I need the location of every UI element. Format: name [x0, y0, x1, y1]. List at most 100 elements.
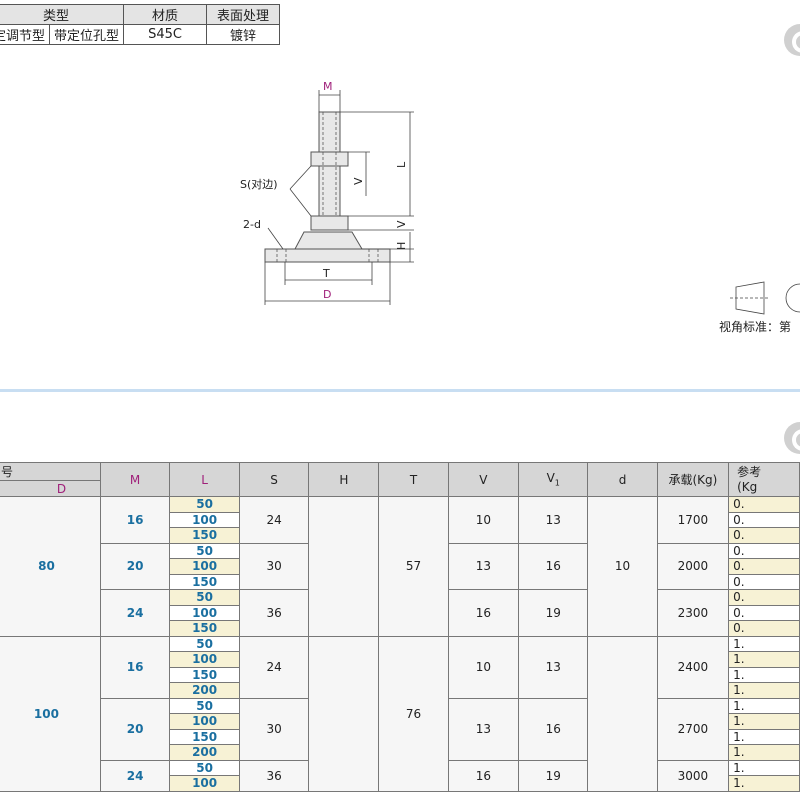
type-info-table: 类型 材质 表面处理 定调节型 带定位孔型 S45C 镀锌 — [0, 4, 281, 45]
dim-m-label: M — [323, 80, 333, 93]
cell-s: 36 — [238, 759, 310, 792]
cell-v1: 16 — [518, 697, 589, 761]
cell-ref: 0. — [728, 496, 800, 513]
cell-ref: 0. — [728, 604, 800, 621]
cell-m: 24 — [99, 759, 171, 792]
cell-l: 150 — [169, 728, 240, 745]
table-row: 80 16 50 24 57 10 13 10 1700 0. — [0, 496, 800, 637]
cell-t: 57 — [378, 496, 449, 637]
dim-l-label: L — [395, 161, 408, 168]
cell-l: 150 — [169, 527, 240, 544]
cell-ref: 0. — [728, 558, 800, 575]
cell-d: 100 — [0, 635, 101, 792]
cell-load: 2400 — [656, 635, 730, 699]
cell-l: 100 — [169, 713, 240, 730]
cell-v: 13 — [447, 542, 520, 590]
cell-ref: 1. — [728, 635, 800, 652]
cell-ref: 1. — [728, 697, 800, 714]
cell-ref: 0. — [728, 589, 800, 606]
cell-d: 80 — [0, 496, 101, 637]
cell-load: 2700 — [656, 697, 730, 761]
cell-l: 50 — [169, 635, 240, 652]
header-d: D — [0, 480, 101, 497]
section-divider — [0, 389, 800, 392]
cell-load: 3000 — [656, 759, 730, 792]
cell-d-hole — [587, 635, 658, 792]
cell-l: 100 — [169, 604, 240, 621]
dim-v1-label: V — [352, 177, 365, 185]
cell-l: 100 — [169, 775, 240, 792]
collapse-toggle-icon[interactable] — [784, 24, 800, 56]
cell-v1: 19 — [518, 589, 589, 637]
cell-l: 50 — [169, 589, 240, 606]
cell-t: 76 — [378, 635, 449, 792]
cell-ref: 0. — [728, 527, 800, 544]
cell-l: 150 — [169, 573, 240, 590]
header-l: L — [169, 462, 240, 497]
dim-t-label: T — [322, 267, 330, 280]
cell-s: 30 — [238, 542, 310, 590]
cell-l: 200 — [169, 744, 240, 761]
type-value-2: 带定位孔型 — [49, 24, 125, 45]
header-d-hole: d — [587, 462, 658, 497]
cell-ref: 0. — [728, 573, 800, 590]
lower-nut — [310, 215, 349, 231]
cell-ref: 1. — [728, 728, 800, 745]
cell-l: 50 — [169, 496, 240, 513]
cell-v1: 16 — [518, 542, 589, 590]
projection-symbol-icon — [730, 281, 800, 315]
header-s: S — [238, 462, 310, 497]
dim-2d-label: 2-d — [243, 218, 261, 231]
cell-v1: 13 — [518, 635, 589, 699]
cell-v1: 13 — [518, 496, 589, 544]
cell-ref: 1. — [728, 759, 800, 776]
cell-s: 36 — [238, 589, 310, 637]
header-ref: 参考 (Kg — [728, 462, 800, 497]
cell-ref: 1. — [728, 744, 800, 761]
cell-ref: 1. — [728, 713, 800, 730]
header-h: H — [308, 462, 380, 497]
cell-l: 100 — [169, 651, 240, 668]
surface-header: 表面处理 — [206, 4, 281, 25]
dim-v-label: V — [395, 220, 408, 228]
header-model: 号 — [0, 462, 101, 481]
cell-v: 16 — [447, 759, 520, 792]
cell-load: 2000 — [656, 542, 730, 590]
cell-ref: 1. — [728, 775, 800, 792]
cell-l: 150 — [169, 666, 240, 683]
collapse-toggle-icon-2[interactable] — [784, 422, 800, 454]
cell-m: 20 — [99, 542, 171, 590]
material-value: S45C — [123, 24, 208, 45]
cell-l: 150 — [169, 620, 240, 637]
cell-v: 16 — [447, 589, 520, 637]
cell-s: 30 — [238, 697, 310, 761]
cell-m: 16 — [99, 635, 171, 699]
cell-l: 100 — [169, 511, 240, 528]
dim-s-label: S(对边) — [240, 177, 278, 191]
surface-value: 镀锌 — [206, 24, 281, 45]
cell-ref: 1. — [728, 651, 800, 668]
base-boss — [294, 231, 363, 250]
type-value-1: 定调节型 — [0, 24, 51, 45]
cell-d-hole: 10 — [587, 496, 658, 637]
cell-l: 100 — [169, 558, 240, 575]
header-m: M — [99, 462, 171, 497]
cell-s: 24 — [238, 496, 310, 544]
cell-l: 50 — [169, 759, 240, 776]
header-t: T — [378, 462, 449, 497]
type-header: 类型 — [0, 4, 125, 25]
spec-table-wrap: 号 M L S H T V V1 d 承载(Kg) 参考 (Kg D 80 16 50… — [0, 462, 800, 792]
cell-l: 200 — [169, 682, 240, 699]
cell-l: 50 — [169, 542, 240, 559]
header-load: 承载(Kg) — [656, 462, 730, 497]
cell-ref: 1. — [728, 666, 800, 683]
cell-l: 50 — [169, 697, 240, 714]
cell-h — [308, 635, 380, 792]
cell-m: 24 — [99, 589, 171, 637]
cell-s: 24 — [238, 635, 310, 699]
upper-nut — [310, 151, 349, 167]
cell-m: 20 — [99, 697, 171, 761]
cell-load: 1700 — [656, 496, 730, 544]
material-header: 材质 — [123, 4, 208, 25]
table-row: 100 16 50 24 76 10 13 2400 1. — [0, 635, 800, 792]
